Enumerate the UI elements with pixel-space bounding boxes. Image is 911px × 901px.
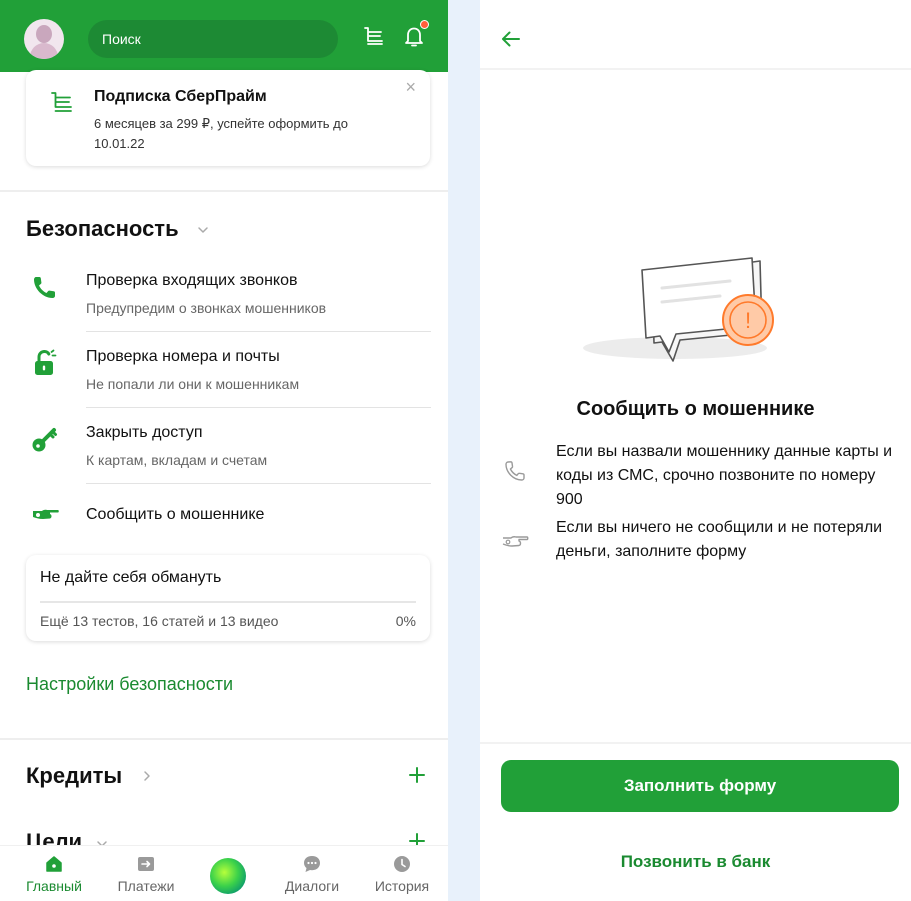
nav-history[interactable]: История xyxy=(362,846,442,901)
pointing-hand-icon xyxy=(33,509,59,519)
menu-item-subtitle: К картам, вкладам и счетам xyxy=(86,452,268,468)
phone-outline-icon xyxy=(505,461,525,481)
promo-card[interactable]: Подписка СберПрайм 6 месяцев за 299 ₽, у… xyxy=(26,70,430,166)
section-divider xyxy=(0,190,448,192)
section-title-credits[interactable]: Кредиты xyxy=(26,763,122,789)
home-icon xyxy=(46,856,62,872)
transfer-icon xyxy=(138,857,154,871)
message-warning-illustration: ! xyxy=(583,257,774,362)
nav-payments[interactable]: Платежи xyxy=(106,846,186,901)
fill-form-button[interactable]: Заполнить форму xyxy=(501,760,899,812)
close-icon[interactable]: × xyxy=(405,78,416,96)
avatar-body xyxy=(30,43,58,59)
tips-title: Не дайте себя обмануть xyxy=(40,569,222,586)
clock-icon xyxy=(394,856,410,872)
info-text-form: Если вы ничего не сообщили и не потеряли… xyxy=(556,519,883,560)
menu-item-subtitle: Не попали ли они к мошенникам xyxy=(86,376,300,392)
back-arrow-icon[interactable] xyxy=(500,28,522,50)
warning-mark: ! xyxy=(745,308,751,333)
section-divider xyxy=(0,738,448,740)
nav-label: Диалоги xyxy=(284,878,340,894)
nav-home[interactable]: Главный xyxy=(14,846,94,901)
menu-item-title: Проверка номера и почты xyxy=(86,348,280,365)
info-text-call: Если вы назвали мошеннику данные карты и… xyxy=(556,443,893,508)
footer-divider xyxy=(480,742,911,744)
tips-subtitle: Ещё 13 тестов, 16 статей и 13 видео xyxy=(40,613,279,629)
nav-label: История xyxy=(374,878,430,894)
search-placeholder: Поиск xyxy=(102,31,141,47)
security-item-incoming-calls[interactable]: Проверка входящих звонков Предупредим о … xyxy=(0,256,448,332)
section-title-security[interactable]: Безопасность xyxy=(26,216,179,242)
tips-progress-value: 0% xyxy=(395,613,416,629)
tips-card[interactable]: Не дайте себя обмануть Ещё 13 тестов, 16… xyxy=(26,555,430,641)
avatar[interactable] xyxy=(24,19,64,59)
tips-progress-bar xyxy=(40,601,416,603)
security-item-number-mail[interactable]: Проверка номера и почты Не попали ли они… xyxy=(0,332,448,408)
security-item-close-access[interactable]: Закрыть доступ К картам, вкладам и счета… xyxy=(0,408,448,484)
menu-item-title: Проверка входящих звонков xyxy=(86,272,298,289)
add-credit-icon[interactable] xyxy=(408,766,426,784)
top-bar: Поиск xyxy=(0,0,448,72)
assistant-orb[interactable] xyxy=(210,858,246,894)
key-icon xyxy=(32,428,57,452)
search-input[interactable]: Поиск xyxy=(88,20,338,58)
nav-label: Платежи xyxy=(117,878,175,894)
page-title: Сообщить о мошеннике xyxy=(576,398,815,420)
menu-item-title: Сообщить о мошеннике xyxy=(86,506,265,523)
nav-dialogs[interactable]: Диалоги xyxy=(272,846,352,901)
chat-icon xyxy=(304,856,320,872)
cart-icon[interactable] xyxy=(362,24,386,48)
call-bank-button[interactable]: Позвонить в банк xyxy=(480,852,911,872)
notification-badge xyxy=(420,20,429,29)
security-item-report-fraud[interactable]: Сообщить о мошеннике xyxy=(0,484,448,544)
menu-item-subtitle: Предупредим о звонках мошенников xyxy=(86,300,327,316)
header-divider xyxy=(480,68,911,70)
avatar-head xyxy=(36,25,52,43)
report-fraud-screen: ! Сообщить о мошеннике Если вы назвали м… xyxy=(480,0,911,901)
main-screen: Поиск Подписка СберПрайм 6 месяцев за 29… xyxy=(0,0,448,901)
nav-label: Главный xyxy=(26,878,82,894)
chevron-down-icon[interactable] xyxy=(197,224,209,236)
security-settings-link[interactable]: Настройки безопасности xyxy=(26,674,233,695)
chevron-right-icon[interactable] xyxy=(141,770,153,782)
pointing-hand-outline-icon xyxy=(502,536,529,547)
promo-title: Подписка СберПрайм xyxy=(94,88,267,105)
lock-icon xyxy=(35,349,57,375)
menu-item-title: Закрыть доступ xyxy=(86,424,203,441)
promo-text: 6 месяцев за 299 ₽, успейте оформить до … xyxy=(94,116,348,151)
cart-icon xyxy=(51,92,72,112)
phone-icon xyxy=(34,277,55,298)
